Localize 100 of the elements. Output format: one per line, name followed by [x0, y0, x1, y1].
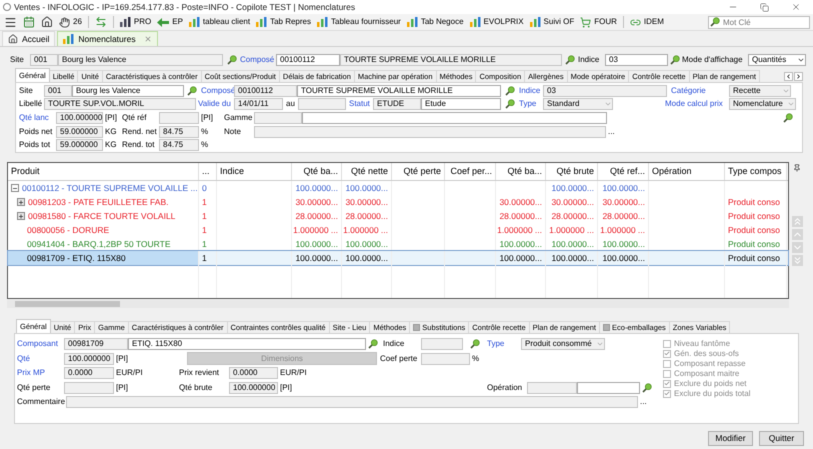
search-icon[interactable] [226, 54, 236, 64]
search-icon[interactable] [505, 86, 515, 96]
toolbar-button[interactable]: tableau client [188, 16, 250, 28]
pin-icon[interactable] [793, 164, 801, 172]
text-field[interactable]: 00100112 [276, 54, 340, 66]
expand-icon[interactable] [17, 198, 25, 206]
arrow-icon [157, 18, 170, 26]
field-label: Commentaire [17, 396, 66, 408]
text-field[interactable]: Bourg les Valence [72, 84, 184, 97]
unit-label: [PI] [279, 382, 292, 394]
field-label: Catégorie [671, 84, 706, 97]
column-header[interactable]: Coef per... [445, 163, 496, 180]
action-button[interactable]: Quitter [759, 431, 804, 446]
table-cell: 00800056 - DORURE [27, 224, 110, 236]
table-cell: 100.0000... [345, 182, 388, 194]
table-cell: Produit conso [728, 196, 780, 208]
field-label: Prix revient [179, 367, 220, 380]
toolbar-button[interactable]: FOUR [580, 16, 617, 28]
column-header[interactable]: Qté ba... [292, 163, 342, 180]
column-header[interactable]: Qté brute [546, 163, 598, 180]
text-field[interactable]: TOURTE SUPREME VOLAILLE MORILLE [297, 84, 501, 97]
table-cell: 1.000000 ... [343, 224, 388, 236]
search-icon[interactable] [368, 339, 378, 350]
toolbar-button[interactable]: EP [157, 16, 183, 28]
table-row[interactable]: 00800056 - DORURE 1 1.000000 ... 1.000000 ... 1.000000 ... 1.000000 ... 1.000000 ... Produit conso [8, 223, 788, 237]
table-cell: 0 [202, 182, 207, 194]
search-icon[interactable] [642, 382, 652, 393]
check-icon [664, 350, 670, 357]
action-button[interactable]: Modifier [708, 431, 753, 446]
restore-icon[interactable] [760, 2, 769, 12]
search-icon[interactable] [783, 112, 793, 123]
more-button[interactable]: ... [606, 128, 615, 136]
search-icon[interactable] [670, 54, 680, 64]
column-header[interactable]: Indice [217, 163, 292, 180]
text-field[interactable]: Etude [421, 98, 501, 110]
horizontal-scrollbar[interactable] [7, 300, 789, 308]
table-cell: 1 [202, 224, 207, 236]
text-field[interactable] [577, 382, 640, 394]
field-label: Poids net [19, 126, 52, 138]
table-row[interactable]: 00981203 - PATE FEUILLETEE FAB. 1 30.00000... 30.00000... 30.00000... 30.00000... 30.00000... Produit conso [8, 195, 788, 209]
text-field[interactable]: 03 [605, 54, 668, 66]
table-row[interactable]: 00981709 - ETIQ. 115X80 1 100.0000... 100.0000... 100.0000... 100.0000... 100.0000... Produit conso [8, 251, 788, 265]
column-header[interactable]: Type compos [725, 163, 787, 180]
toolbar-button[interactable]: 26 [59, 16, 82, 28]
toolbar-button[interactable]: PRO [120, 16, 152, 28]
expand-icon[interactable] [17, 212, 25, 220]
text-field[interactable] [302, 112, 607, 124]
scroll-right-icon[interactable] [794, 72, 803, 81]
search-icon[interactable] [505, 99, 515, 110]
table-cell: 00981709 - ETIQ. 115X80 [27, 252, 126, 264]
more-button[interactable]: ... [638, 398, 647, 406]
column-header[interactable]: Opération [649, 163, 725, 180]
table-cell: 100.0000... [345, 252, 388, 264]
swap-icon[interactable] [94, 16, 107, 28]
close-icon[interactable] [791, 2, 801, 12]
search-icon[interactable] [470, 339, 480, 350]
scroll-left-icon[interactable] [784, 72, 793, 81]
field-label: Gamme [224, 112, 252, 124]
toolbar-button[interactable]: IDEM [630, 16, 664, 28]
table-cell: 28.00000... [295, 210, 338, 222]
table-cell: 100.0000... [602, 238, 645, 250]
field-label: Statut [349, 98, 370, 110]
text-field[interactable]: ETIQ. 115X80 [128, 338, 366, 350]
table-cell: Produit conso [728, 210, 780, 222]
collapse-icon[interactable] [11, 184, 19, 192]
column-header[interactable]: Produit [8, 163, 199, 180]
column-header[interactable]: Qté perte [392, 163, 445, 180]
menu-icon[interactable] [4, 16, 17, 28]
column-header[interactable]: ... [199, 163, 217, 180]
table-cell: 28.00000... [345, 210, 388, 222]
toolbar-button[interactable]: Tab Negoce [406, 16, 464, 28]
field-label: Composé [201, 84, 236, 97]
toolbar-button[interactable]: Tableau fournisseur [317, 16, 401, 28]
table-row[interactable]: 00981580 - FARCE TOURTE VOLAILL 1 28.00000... 28.00000... 28.00000... 28.00000... 28.00000... Produit conso [8, 209, 788, 223]
toolbar-button[interactable]: EVOLPRIX [470, 16, 524, 28]
dropdown[interactable]: Quantités [748, 54, 806, 66]
search-icon[interactable] [710, 17, 720, 27]
home-icon[interactable] [41, 16, 53, 28]
search-field[interactable]: Mot Clé [708, 16, 810, 28]
search-icon[interactable] [186, 86, 196, 96]
document-tab[interactable]: Nomenclatures [57, 31, 158, 46]
field-label: Coef perte [380, 352, 418, 365]
field-label: au [286, 98, 295, 110]
calendar-icon[interactable] [23, 16, 35, 28]
table-cell: 30.00000... [602, 196, 645, 208]
table-cell: 100.0000... [295, 182, 338, 194]
table-row[interactable]: 00100112 - TOURTE SUPREME VOLAILLE ... 0 100.0000... 100.0000... 100.0000... 100.0000... [8, 181, 788, 195]
column-header[interactable]: Qté nette [342, 163, 392, 180]
bar-chart-icon [256, 17, 268, 27]
column-header[interactable]: Qté ref... [598, 163, 649, 180]
table-cell: 1 [202, 210, 207, 222]
bar-chart-icon [120, 17, 131, 27]
toolbar-button[interactable]: Suivi OF [530, 16, 574, 28]
document-tab[interactable]: Accueil [2, 31, 56, 46]
field-label: Rend. net [122, 126, 157, 138]
toolbar-button[interactable]: Tab Repres [256, 16, 311, 28]
table-cell: 100.0000... [499, 252, 542, 264]
column-header[interactable]: Qté ba... [496, 163, 546, 180]
search-icon[interactable] [565, 54, 575, 64]
table-cell: 30.00000... [295, 196, 338, 208]
